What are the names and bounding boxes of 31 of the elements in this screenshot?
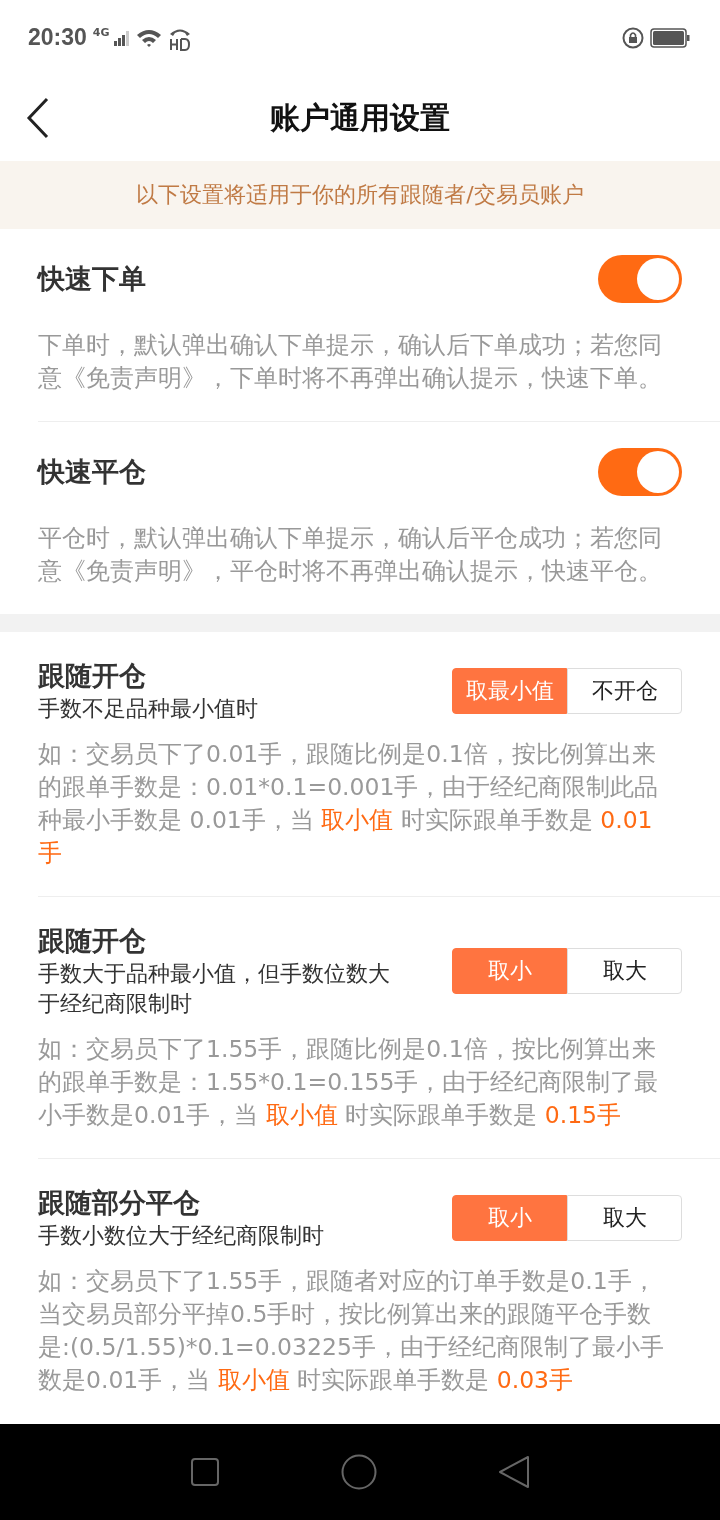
segment-option[interactable]: 取大 [567,948,682,994]
setting-title: 跟随部分平仓 [38,1186,201,1220]
toggle-switch[interactable] [598,255,682,303]
setting-title: 快速下单 [38,262,146,296]
setting-title: 跟随开仓 [38,924,147,958]
battery-icon [650,27,690,48]
setting-title: 跟随开仓 [38,659,147,693]
notice-banner: 以下设置将适用于你的所有跟随者/交易员账户 [0,161,720,229]
segment-option[interactable]: 取大 [567,1195,682,1241]
signal-icon [113,29,130,46]
recents-icon[interactable] [190,1457,221,1487]
setting-description: 平仓时，默认弹出确认下单提示，确认后平仓成功；若您同意《免责声明》，平仓时将不再弹出确认提示，快速平仓。 [38,523,663,587]
status-time: 20:30 [28,24,87,51]
setting-description: 下单时，默认弹出确认下单提示，确认后下单成功；若您同意《免责声明》，下单时将不再弹出确认提示，快速下单。 [38,330,663,394]
setting-description: 如：交易员下了1.55手，跟随比例是0.1倍，按比例算出来的跟单手数是：1.55*0.1=0.155手，由于经纪商限制了最小手数是0.01手，当 取小值 时实际跟单手数是 0.15手 [38,1034,660,1131]
setting-subtitle: 手数大于品种最小值，但手数位数大于经纪商限制时 [38,960,391,1018]
setting-description: 如：交易员下了1.55手，跟随者对应的订单手数是0.1手，当交易员部分平掉0.5手时，按比例算出来的跟随平仓手数是:(0.5/1.55)*0.1=0.03225手，由于经纪商限制了最小手数是0.01手，当 取小值 时实际跟单手数是 0.03手 [38,1266,665,1396]
setting-description: 如：交易员下了0.01手，跟随比例是0.1倍，按比例算出来的跟单手数是：0.01*0.1=0.001手，由于经纪商限制此品种最小手数是 0.01手，当 取小值 时实际跟单手数是 0.01手 [38,739,660,869]
segment-option[interactable]: 不开仓 [567,668,682,714]
home-icon[interactable] [341,1454,377,1490]
network-type: 4G [92,26,110,39]
toggle-switch[interactable] [598,448,682,496]
back-icon [26,97,50,139]
page-title: 账户通用设置 [270,98,450,137]
setting-subtitle: 手数小数位大于经纪商限制时 [38,1222,324,1250]
setting-subtitle: 手数不足品种最小值时 [38,695,258,723]
setting-title: 快速平仓 [38,455,146,489]
rotation-lock-icon [622,26,644,49]
wifi-icon [135,27,162,48]
back-nav-icon[interactable] [497,1455,530,1489]
back-button[interactable] [26,97,50,139]
